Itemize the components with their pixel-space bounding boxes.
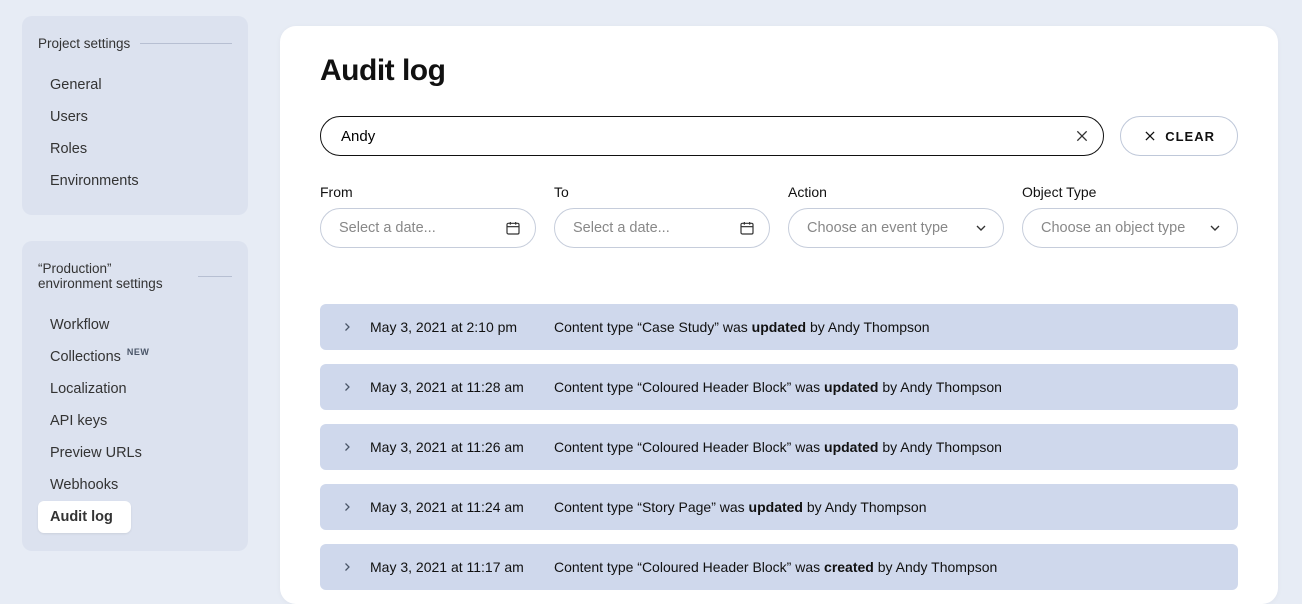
sidebar-item-audit-log[interactable]: Audit log	[38, 501, 131, 533]
placeholder: Select a date...	[339, 220, 436, 236]
nav-label: Collections	[50, 349, 121, 365]
nav-label: Webhooks	[50, 477, 118, 493]
filter-label: Action	[788, 184, 1004, 200]
page-title: Audit log	[320, 54, 1238, 88]
log-timestamp: May 3, 2021 at 11:17 am	[370, 559, 540, 575]
placeholder: Select a date...	[573, 220, 670, 236]
chevron-right-icon	[338, 378, 356, 396]
nav-label: Localization	[50, 381, 127, 397]
close-icon	[1143, 129, 1157, 143]
filter-label: Object Type	[1022, 184, 1238, 200]
nav-label: Roles	[50, 141, 87, 157]
log-description: Content type “Coloured Header Block” was…	[554, 559, 997, 575]
placeholder: Choose an object type	[1041, 220, 1185, 236]
chevron-right-icon	[338, 558, 356, 576]
panel-title: Project settings	[38, 36, 130, 51]
panel-header: “Production” environment settings	[38, 261, 232, 291]
chevron-right-icon	[338, 498, 356, 516]
action-select[interactable]: Choose an event type	[788, 208, 1004, 248]
main-content: Audit log CLEAR	[260, 0, 1302, 604]
log-description: Content type “Coloured Header Block” was…	[554, 439, 1002, 455]
chevron-down-icon	[973, 220, 989, 236]
log-row[interactable]: May 3, 2021 at 11:28 am Content type “Co…	[320, 364, 1238, 410]
sidebar-item-users[interactable]: Users	[38, 101, 232, 133]
calendar-icon	[505, 220, 521, 236]
sidebar-item-workflow[interactable]: Workflow	[38, 309, 232, 341]
audit-log-list: May 3, 2021 at 2:10 pm Content type “Cas…	[320, 304, 1238, 590]
clear-search-icon[interactable]	[1074, 128, 1090, 144]
divider	[198, 276, 232, 277]
clear-button[interactable]: CLEAR	[1120, 116, 1238, 156]
sidebar-item-localization[interactable]: Localization	[38, 373, 232, 405]
object-type-select[interactable]: Choose an object type	[1022, 208, 1238, 248]
to-date-input[interactable]: Select a date...	[554, 208, 770, 248]
sidebar-item-collections[interactable]: Collections NEW	[38, 341, 232, 373]
log-description: Content type “Story Page” was updated by…	[554, 499, 926, 515]
nav-label: Preview URLs	[50, 445, 142, 461]
nav-label: Workflow	[50, 317, 109, 333]
panel-title: “Production” environment settings	[38, 261, 188, 291]
content-card: Audit log CLEAR	[280, 26, 1278, 604]
filter-from: From Select a date...	[320, 184, 536, 248]
log-row[interactable]: May 3, 2021 at 2:10 pm Content type “Cas…	[320, 304, 1238, 350]
divider	[140, 43, 232, 44]
search-wrap	[320, 116, 1104, 156]
log-description: Content type “Case Study” was updated by…	[554, 319, 930, 335]
sidebar: Project settings General Users Roles Env…	[0, 0, 260, 604]
filter-action: Action Choose an event type	[788, 184, 1004, 248]
filter-label: From	[320, 184, 536, 200]
log-row[interactable]: May 3, 2021 at 11:17 am Content type “Co…	[320, 544, 1238, 590]
filter-label: To	[554, 184, 770, 200]
chevron-down-icon	[1207, 220, 1223, 236]
log-row[interactable]: May 3, 2021 at 11:26 am Content type “Co…	[320, 424, 1238, 470]
sidebar-item-preview-urls[interactable]: Preview URLs	[38, 437, 232, 469]
log-timestamp: May 3, 2021 at 11:28 am	[370, 379, 540, 395]
new-badge: NEW	[127, 347, 150, 357]
calendar-icon	[739, 220, 755, 236]
environment-settings-panel: “Production” environment settings Workfl…	[22, 241, 248, 551]
search-row: CLEAR	[320, 116, 1238, 156]
nav-label: General	[50, 77, 102, 93]
nav-label: Environments	[50, 173, 139, 189]
log-description: Content type “Coloured Header Block” was…	[554, 379, 1002, 395]
sidebar-item-environments[interactable]: Environments	[38, 165, 232, 197]
filter-to: To Select a date...	[554, 184, 770, 248]
nav-label: Users	[50, 109, 88, 125]
log-timestamp: May 3, 2021 at 2:10 pm	[370, 319, 540, 335]
chevron-right-icon	[338, 438, 356, 456]
sidebar-item-general[interactable]: General	[38, 69, 232, 101]
search-input[interactable]	[320, 116, 1104, 156]
from-date-input[interactable]: Select a date...	[320, 208, 536, 248]
sidebar-item-roles[interactable]: Roles	[38, 133, 232, 165]
placeholder: Choose an event type	[807, 220, 948, 236]
log-timestamp: May 3, 2021 at 11:24 am	[370, 499, 540, 515]
filter-object-type: Object Type Choose an object type	[1022, 184, 1238, 248]
panel-header: Project settings	[38, 36, 232, 51]
log-timestamp: May 3, 2021 at 11:26 am	[370, 439, 540, 455]
chevron-right-icon	[338, 318, 356, 336]
log-row[interactable]: May 3, 2021 at 11:24 am Content type “St…	[320, 484, 1238, 530]
nav-label: Audit log	[50, 509, 113, 525]
clear-button-label: CLEAR	[1165, 129, 1215, 144]
filters-row: From Select a date... To Select a date..…	[320, 184, 1238, 248]
nav-label: API keys	[50, 413, 107, 429]
project-settings-panel: Project settings General Users Roles Env…	[22, 16, 248, 215]
sidebar-item-webhooks[interactable]: Webhooks	[38, 469, 232, 501]
sidebar-item-api-keys[interactable]: API keys	[38, 405, 232, 437]
